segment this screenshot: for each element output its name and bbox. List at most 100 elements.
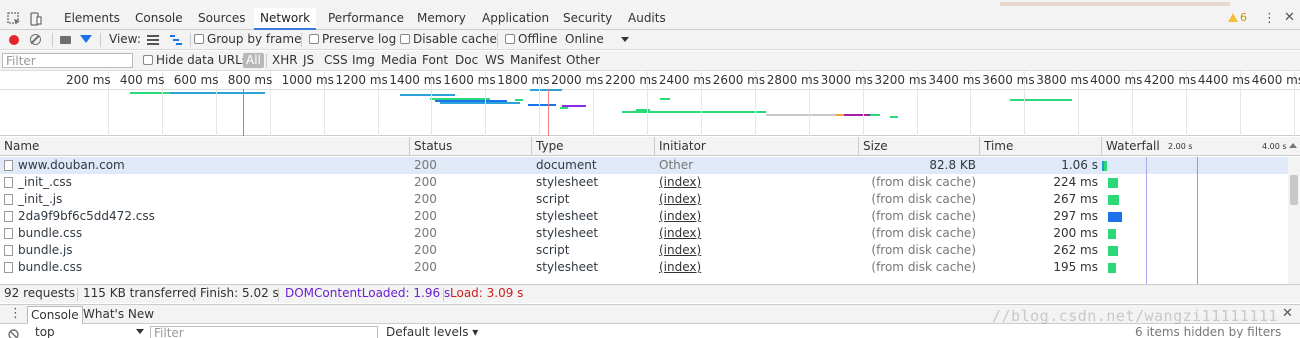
scroll-up-arrow-icon[interactable] (1289, 143, 1297, 148)
type-filter-js[interactable]: JS (303, 53, 314, 67)
column-name[interactable]: Name (0, 137, 410, 156)
waterfall-bar[interactable] (1108, 195, 1119, 205)
column-status[interactable]: Status (410, 137, 532, 156)
overview-tick-label: 1800 ms (497, 73, 550, 87)
table-scrollbar[interactable] (1288, 157, 1300, 284)
network-overview[interactable]: 200 ms 400 ms 600 ms 800 ms 1000 ms 1200 ms 14… (0, 71, 1300, 136)
column-type[interactable]: Type (532, 137, 655, 156)
column-waterfall[interactable]: Waterfall (1102, 137, 1288, 156)
tab-memory[interactable]: Memory (417, 8, 466, 30)
tab-security[interactable]: Security (563, 8, 612, 30)
type-filter-manifest[interactable]: Manifest (510, 53, 561, 67)
record-icon[interactable] (9, 35, 19, 45)
column-size[interactable]: Size (859, 137, 980, 156)
filter-input[interactable] (2, 53, 133, 68)
request-initiator[interactable]: (index) (655, 242, 859, 259)
request-name-text: bundle.css (18, 260, 83, 274)
scrollbar-thumb[interactable] (1290, 175, 1298, 205)
offline-checkbox[interactable] (505, 34, 515, 44)
column-initiator[interactable]: Initiator (655, 137, 859, 156)
column-time[interactable]: Time (980, 137, 1102, 156)
tab-network[interactable]: Network (254, 8, 317, 30)
table-row[interactable]: bundle.css 200 stylesheet (index) (from disk… (0, 259, 1288, 276)
warnings-counter[interactable]: 6 (1228, 11, 1247, 24)
overview-tick-label: 2600 ms (712, 73, 766, 87)
table-row[interactable]: bundle.js 200 script (index) (from disk cach… (0, 242, 1288, 259)
waterfall-bar[interactable] (1108, 212, 1122, 222)
request-initiator[interactable]: (index) (655, 208, 859, 225)
request-initiator[interactable]: (index) (655, 191, 859, 208)
type-filter-font[interactable]: Font (422, 53, 448, 67)
capture-screenshots-icon[interactable] (60, 36, 71, 44)
request-status-text: 200 (414, 243, 437, 257)
chevron-down-icon[interactable] (136, 329, 144, 334)
waterfall-bar[interactable] (1108, 263, 1116, 273)
waterfall-bar[interactable] (1102, 161, 1107, 171)
waterfall-bar[interactable] (1108, 178, 1118, 188)
waterfall-bar[interactable] (1108, 246, 1118, 256)
hide-data-urls-checkbox[interactable] (143, 55, 153, 65)
type-filter-other[interactable]: Other (566, 53, 600, 67)
clear-icon[interactable] (30, 34, 41, 45)
request-size-text: (from disk cache) (871, 209, 976, 223)
overview-icon[interactable] (170, 35, 182, 45)
table-row[interactable]: _init_.css 200 stylesheet (index) (from disk… (0, 174, 1288, 191)
more-options-icon[interactable]: ⋮ (1263, 11, 1276, 26)
table-row[interactable]: bundle.css 200 stylesheet (index) (from disk… (0, 225, 1288, 242)
console-filter-input[interactable]: Filter (150, 326, 378, 338)
tab-performance[interactable]: Performance (328, 8, 404, 30)
type-filter-media[interactable]: Media (381, 53, 417, 67)
request-type-text: stylesheet (536, 226, 599, 240)
tab-sources[interactable]: Sources (198, 8, 245, 30)
request-status-text: 200 (414, 175, 437, 189)
network-status-bar: 92 requests 115 KB transferred Finish: 5… (0, 284, 1300, 303)
table-row[interactable]: _init_.js 200 script (index) (from disk cach… (0, 191, 1288, 208)
type-filter-all[interactable]: All (243, 53, 264, 68)
tab-elements[interactable]: Elements (64, 8, 120, 30)
chevron-down-icon[interactable] (621, 37, 629, 42)
type-filter-ws[interactable]: WS (485, 53, 504, 67)
tab-console[interactable]: Console (135, 8, 183, 30)
request-time: 262 ms (980, 242, 1102, 259)
overview-tick-label: 800 ms (227, 73, 273, 87)
request-status-text: 200 (414, 209, 437, 223)
group-by-frame-checkbox[interactable] (194, 34, 204, 44)
context-select[interactable]: top (35, 325, 55, 338)
overview-tick-label: 3000 ms (820, 73, 873, 87)
preserve-log-checkbox[interactable] (309, 34, 319, 44)
overview-tick-label: 1600 ms (443, 73, 496, 87)
inspect-element-icon[interactable] (6, 11, 22, 27)
toolbar-divider (497, 33, 498, 47)
type-filter-img[interactable]: Img (352, 53, 375, 67)
filter-icon[interactable] (80, 35, 92, 43)
close-devtools-icon[interactable]: ✕ (1284, 10, 1295, 25)
type-filter-doc[interactable]: Doc (455, 53, 478, 67)
type-filter-css[interactable]: CSS (324, 53, 348, 67)
large-rows-icon[interactable] (147, 35, 159, 45)
table-row[interactable]: 2da9f9bf6c5dd472.css 200 stylesheet (index)… (0, 208, 1288, 225)
close-drawer-icon[interactable]: ✕ (1282, 306, 1293, 321)
throttling-select[interactable]: Online (565, 32, 604, 46)
disable-cache-checkbox[interactable] (400, 34, 410, 44)
tab-audits[interactable]: Audits (628, 8, 666, 30)
log-levels-select[interactable]: Default levels ▾ (386, 325, 478, 338)
clear-console-icon[interactable] (8, 329, 19, 338)
request-initiator[interactable]: (index) (655, 174, 859, 191)
type-filter-xhr[interactable]: XHR (272, 53, 298, 67)
drawer-menu-icon[interactable]: ⋮ (9, 306, 22, 321)
request-type: document (532, 157, 655, 174)
request-initiator[interactable]: (index) (655, 225, 859, 242)
request-initiator[interactable]: (index) (655, 259, 859, 276)
request-name: www.douban.com (0, 157, 410, 174)
device-toolbar-icon[interactable] (28, 11, 44, 27)
request-status: 200 (410, 191, 532, 208)
waterfall-bar[interactable] (1108, 229, 1116, 239)
request-time: 200 ms (980, 225, 1102, 242)
table-row[interactable]: www.douban.com 200 document Other 82.8 KB 1.0… (0, 157, 1288, 174)
drawer-tab-console[interactable]: Console (27, 306, 83, 324)
request-status-text: 200 (414, 158, 437, 172)
overview-tick-label: 3800 ms (1036, 73, 1089, 87)
overview-bar (836, 114, 844, 116)
tab-application[interactable]: Application (482, 8, 549, 30)
drawer-tab-whats-new[interactable]: What's New (80, 306, 157, 324)
